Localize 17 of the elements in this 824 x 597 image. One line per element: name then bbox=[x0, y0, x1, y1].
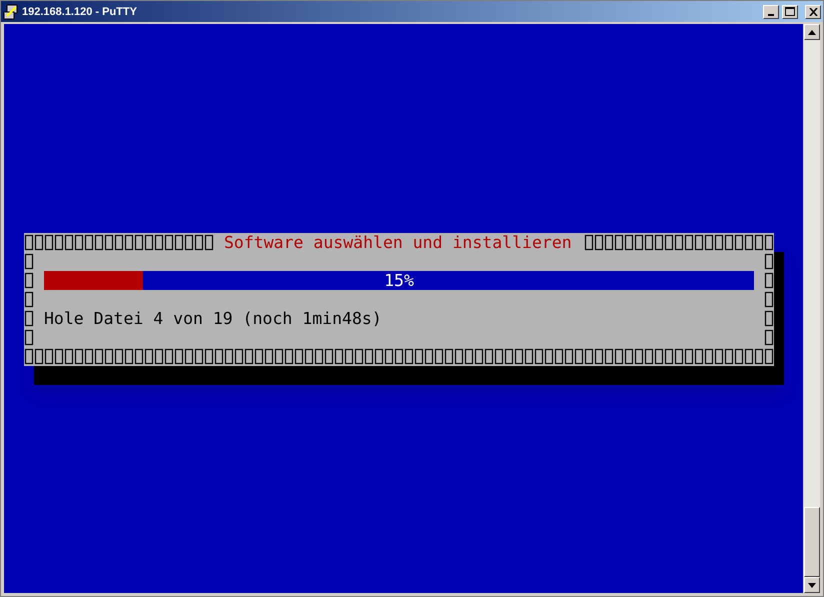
progress-percentage: 15% bbox=[383, 271, 415, 290]
scroll-down-button[interactable] bbox=[804, 577, 820, 593]
minimize-icon bbox=[768, 14, 774, 16]
minimize-button[interactable] bbox=[763, 4, 779, 18]
dialog-title: Software auswählen und installieren bbox=[223, 233, 573, 252]
window-title: 192.168.1.120 - PuTTY bbox=[22, 6, 137, 18]
scrollbar[interactable] bbox=[804, 24, 820, 593]
close-button[interactable] bbox=[805, 4, 821, 18]
close-icon bbox=[808, 8, 818, 16]
maximize-button[interactable] bbox=[782, 4, 798, 18]
scroll-thumb[interactable] bbox=[804, 507, 820, 577]
up-arrow-icon bbox=[808, 30, 816, 34]
down-arrow-icon bbox=[808, 582, 816, 588]
status-message: Hole Datei 4 von 19 (noch 1min48s) bbox=[44, 309, 382, 328]
computer-icon bbox=[3, 4, 19, 20]
maximize-icon bbox=[785, 7, 795, 16]
scroll-up-button[interactable] bbox=[804, 24, 820, 40]
